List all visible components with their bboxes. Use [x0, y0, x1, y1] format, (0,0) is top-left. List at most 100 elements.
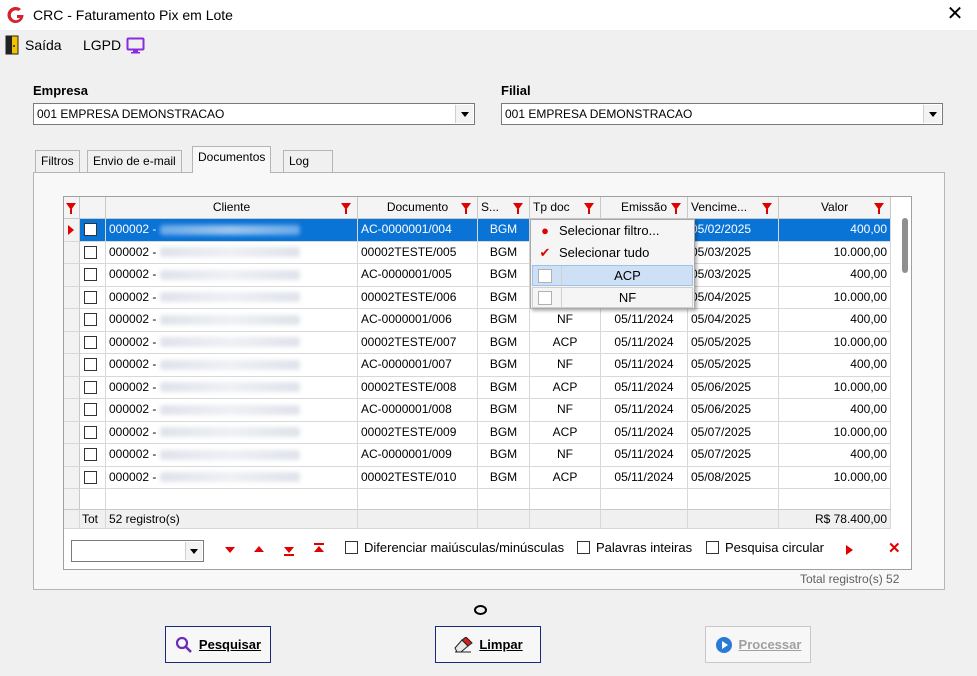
row-checkbox[interactable]: [84, 425, 97, 439]
filter-icon[interactable]: [584, 203, 594, 214]
row-checkbox[interactable]: [84, 245, 97, 259]
limpar-button[interactable]: Limpar: [435, 626, 541, 663]
option-checkbox[interactable]: [538, 291, 552, 305]
play-icon: [715, 636, 732, 653]
cell-s: BGM: [478, 219, 530, 242]
row-select-cell[interactable]: [80, 286, 106, 309]
header-documento[interactable]: Documento: [358, 197, 478, 219]
cell-emissao: 05/11/2024: [601, 399, 688, 422]
row-select-cell[interactable]: [80, 421, 106, 444]
header-cliente[interactable]: Cliente: [106, 197, 358, 219]
first-icon[interactable]: [314, 546, 324, 552]
table-row[interactable]: 000002 -00002TESTE/009 BGM ACP 05/11/2024 05…: [64, 421, 891, 444]
next-icon[interactable]: [225, 547, 235, 553]
circular-search-option[interactable]: Pesquisa circular: [706, 540, 824, 555]
row-checkbox[interactable]: [84, 290, 97, 304]
filter-icon[interactable]: [513, 203, 523, 214]
pesquisar-button[interactable]: Pesquisar: [165, 626, 271, 663]
row-select-cell[interactable]: [80, 399, 106, 422]
vertical-scrollbar[interactable]: [902, 218, 908, 273]
row-select-cell[interactable]: [80, 219, 106, 242]
header-emissao[interactable]: Emissão: [601, 197, 688, 219]
search-go-icon[interactable]: [846, 545, 853, 555]
row-select-cell[interactable]: [80, 241, 106, 264]
table-row[interactable]: 000002 - AC-0000001/006 BGM NF 05/11/2024 05/…: [64, 309, 891, 332]
row-checkbox[interactable]: [84, 313, 97, 326]
busy-indicator-icon: [474, 605, 487, 615]
circular-search-checkbox[interactable]: [706, 541, 719, 554]
filter-icon[interactable]: [341, 203, 351, 214]
filter-icon[interactable]: [66, 203, 76, 214]
row-select-cell[interactable]: [80, 264, 106, 287]
close-button[interactable]: ✕: [940, 2, 970, 28]
previous-icon[interactable]: [254, 546, 264, 552]
chevron-down-icon[interactable]: [455, 105, 473, 123]
row-select-cell[interactable]: [80, 444, 106, 467]
row-select-cell[interactable]: [80, 309, 106, 332]
menu-option-acp[interactable]: ACP: [532, 265, 693, 286]
table-row[interactable]: 000002 -00002TESTE/007 BGM ACP 05/11/2024 05…: [64, 331, 891, 354]
menu-select-filter[interactable]: ● Selecionar filtro...: [532, 221, 693, 242]
search-combo[interactable]: [71, 540, 204, 562]
table-row[interactable]: 000002 -AC-0000001/005BGMNF05/11/202405/…: [64, 264, 891, 287]
row-checkbox[interactable]: [84, 335, 97, 349]
header-vencimento[interactable]: Vencime...: [688, 197, 779, 219]
tab-log[interactable]: Log: [283, 150, 333, 172]
filter-icon[interactable]: [762, 203, 772, 214]
row-checkbox[interactable]: [84, 268, 97, 281]
row-select-cell[interactable]: [80, 376, 106, 399]
menu-select-all[interactable]: ✔ Selecionar tudo: [532, 243, 693, 264]
case-sensitive-checkbox[interactable]: [345, 541, 358, 554]
row-indicator: [64, 309, 80, 332]
row-select-cell[interactable]: [80, 354, 106, 377]
exit-button[interactable]: Saída: [5, 34, 62, 56]
row-checkbox[interactable]: [84, 223, 97, 236]
empresa-select[interactable]: 001 EMPRESA DEMONSTRACAO: [33, 103, 475, 125]
grid-corner[interactable]: [64, 197, 80, 219]
table-row[interactable]: 000002 -00002TESTE/006BGMACP05/11/202405…: [64, 286, 891, 309]
header-tp-doc[interactable]: Tp doc: [530, 197, 601, 219]
row-checkbox[interactable]: [84, 403, 97, 416]
filial-select[interactable]: 001 EMPRESA DEMONSTRACAO: [501, 103, 943, 125]
filial-label: Filial: [501, 83, 531, 98]
header-s[interactable]: S...: [478, 197, 530, 219]
case-sensitive-option[interactable]: Diferenciar maiúsculas/minúsculas: [345, 540, 564, 555]
filter-icon[interactable]: [874, 203, 884, 214]
whole-words-option[interactable]: Palavras inteiras: [577, 540, 692, 555]
last-icon[interactable]: [284, 547, 294, 553]
toolbar: Saída LGPD: [0, 30, 977, 58]
tab-filtros[interactable]: Filtros: [35, 150, 80, 172]
menu-option-nf[interactable]: NF: [532, 287, 693, 308]
row-checkbox[interactable]: [84, 448, 97, 461]
row-checkbox[interactable]: [84, 470, 97, 484]
row-indicator: [64, 219, 80, 242]
filter-icon[interactable]: [671, 203, 681, 214]
tot-count: 52 registro(s): [106, 509, 358, 529]
cell-s: BGM: [478, 376, 530, 399]
clear-search-icon[interactable]: ✕: [888, 539, 901, 557]
row-select-cell[interactable]: [80, 466, 106, 489]
tot-sum: R$ 78.400,00: [779, 509, 891, 529]
chevron-down-icon[interactable]: [923, 105, 941, 123]
table-row[interactable]: 000002 -AC-0000001/004BGMNF05/11/202405/…: [64, 219, 891, 242]
row-select-cell[interactable]: [80, 331, 106, 354]
table-row[interactable]: 000002 -00002TESTE/005BGMACP05/11/202405…: [64, 241, 891, 264]
documents-grid[interactable]: Cliente Documento S... Tp doc Emissão Ve…: [63, 196, 912, 570]
whole-words-checkbox[interactable]: [577, 541, 590, 554]
table-row[interactable]: 000002 - AC-0000001/008 BGM NF 05/11/2024 05/…: [64, 399, 891, 422]
filial-value: 001 EMPRESA DEMONSTRACAO: [505, 107, 693, 121]
table-row[interactable]: 000002 -00002TESTE/010 BGM ACP 05/11/2024 05…: [64, 466, 891, 489]
header-valor[interactable]: Valor: [779, 197, 891, 219]
chevron-down-icon[interactable]: [185, 542, 202, 560]
filter-icon[interactable]: [461, 203, 471, 214]
tab-envio-email[interactable]: Envio de e-mail: [87, 150, 182, 172]
row-checkbox[interactable]: [84, 380, 97, 394]
row-checkbox[interactable]: [84, 358, 97, 371]
table-row[interactable]: 000002 - AC-0000001/009 BGM NF 05/11/2024 05/…: [64, 444, 891, 467]
table-row[interactable]: 000002 -00002TESTE/008 BGM ACP 05/11/2024 05…: [64, 376, 891, 399]
processar-button[interactable]: Processar: [705, 626, 811, 663]
option-checkbox[interactable]: [538, 269, 552, 283]
tab-documentos[interactable]: Documentos: [192, 146, 272, 173]
lgpd-button[interactable]: LGPD: [83, 34, 145, 56]
table-row[interactable]: 000002 - AC-0000001/007 BGM NF 05/11/2024 05/…: [64, 354, 891, 377]
